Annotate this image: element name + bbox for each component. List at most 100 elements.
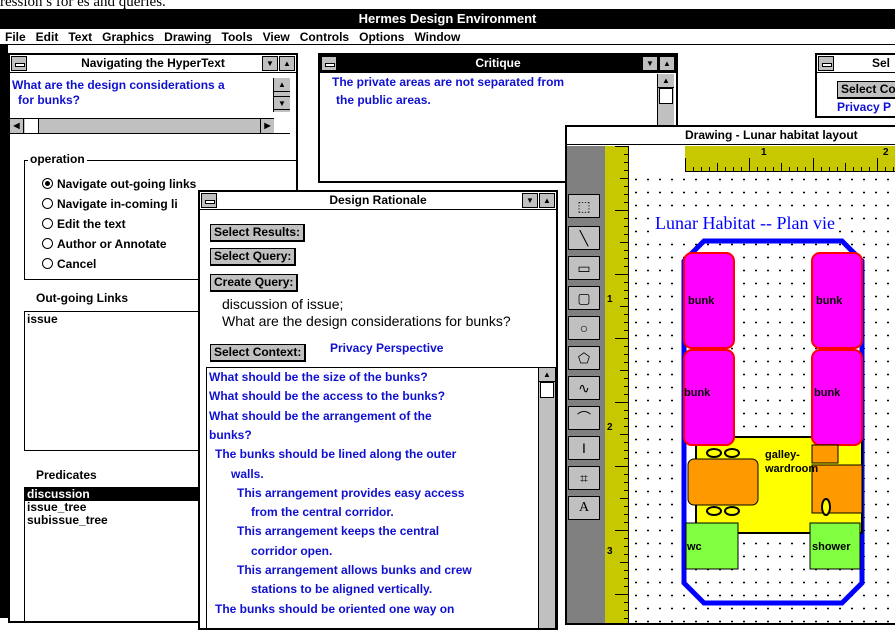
radio-icon[interactable] <box>42 198 53 209</box>
scroll-thumb[interactable] <box>540 382 554 398</box>
habitat-plan <box>681 238 865 606</box>
rationale-item[interactable]: This arrangement keeps the central <box>237 524 439 538</box>
maximize-button[interactable]: ▲ <box>279 56 295 71</box>
label-shower: shower <box>812 541 851 553</box>
operation-label: operation <box>28 152 87 166</box>
select-results-button[interactable]: Select Results: <box>210 224 306 242</box>
sink <box>821 498 831 516</box>
ruler-h-label-1: 1 <box>761 147 767 158</box>
minimize-button[interactable]: ▼ <box>642 56 658 71</box>
crop-icon[interactable]: ⌗ <box>568 466 600 490</box>
radio-icon[interactable] <box>42 258 53 269</box>
menu-controls[interactable]: Controls <box>295 29 354 45</box>
maximize-button[interactable]: ▲ <box>539 193 555 208</box>
polygon-icon[interactable]: ⬠ <box>568 346 600 370</box>
screen-edge <box>0 45 8 618</box>
system-menu-icon[interactable] <box>11 56 27 71</box>
select-context-button[interactable]: Select Co <box>837 81 895 99</box>
rounded-rect-icon[interactable]: ▢ <box>568 286 600 310</box>
rationale-item[interactable]: from the central corridor. <box>251 505 394 519</box>
scroll-thumb[interactable] <box>659 88 673 104</box>
text-icon[interactable]: A <box>568 496 600 520</box>
menu-graphics[interactable]: Graphics <box>97 29 159 45</box>
menu-options[interactable]: Options <box>354 29 409 45</box>
rationale-item[interactable]: stations to be aligned vertically. <box>251 582 432 596</box>
critique-title-bar[interactable]: Critique ▼ ▲ <box>320 55 676 73</box>
line-icon[interactable]: ╲ <box>568 226 600 250</box>
rationale-item[interactable]: What should be the size of the bunks? <box>209 370 428 384</box>
select-icon[interactable]: ⬚ <box>568 194 600 218</box>
menu-tools[interactable]: Tools <box>217 29 258 45</box>
critique-text-line-1: The private areas are not separated from <box>332 75 565 89</box>
drawing-canvas[interactable]: Lunar Habitat -- Plan vie bunk bunk bunk… <box>630 173 895 623</box>
option-cancel[interactable]: Cancel <box>42 257 96 271</box>
seat <box>724 448 740 458</box>
select-query-button[interactable]: Select Query: <box>210 248 297 266</box>
rationale-results-list[interactable]: What should be the size of the bunks? Wha… <box>206 367 556 628</box>
rationale-item[interactable]: corridor open. <box>251 544 332 558</box>
minimize-button[interactable]: ▼ <box>262 56 278 71</box>
question-vscroll[interactable]: ▲ ▼ <box>273 78 290 112</box>
menu-text[interactable]: Text <box>63 29 97 45</box>
scroll-left-arrow-icon[interactable]: ◀ <box>10 119 24 133</box>
option-author-annotate[interactable]: Author or Annotate <box>42 237 167 251</box>
ruler-v-label-1: 1 <box>607 294 613 305</box>
rationale-title-bar[interactable]: Design Rationale ▼ ▲ <box>200 192 556 210</box>
rationale-item[interactable]: bunks? <box>209 428 252 442</box>
select-title-bar[interactable]: Sel <box>817 55 895 73</box>
drawing-title-bar[interactable]: Drawing - Lunar habitat layout <box>567 127 895 145</box>
menu-edit[interactable]: Edit <box>31 29 64 45</box>
rectangle-icon[interactable]: ▭ <box>568 256 600 280</box>
minimize-button[interactable]: ▼ <box>522 193 538 208</box>
menu-window[interactable]: Window <box>409 29 465 45</box>
critique-title: Critique <box>475 56 521 70</box>
rationale-item[interactable]: This arrangement provides easy access <box>237 486 464 500</box>
question-hscroll[interactable]: ◀ ▶ <box>10 118 274 133</box>
vertical-ruler: 1 2 3 <box>605 146 629 623</box>
radio-icon[interactable] <box>42 218 53 229</box>
select-window: Sel Select Co Privacy P <box>815 53 895 118</box>
option-edit-text[interactable]: Edit the text <box>42 217 126 231</box>
query-line-1: discussion of issue; <box>222 296 344 312</box>
option-navigate-outgoing[interactable]: Navigate out-going links <box>42 177 196 191</box>
menu-bar: File Edit Text Graphics Drawing Tools View Cont… <box>0 29 895 45</box>
text-cursor-icon[interactable]: I <box>568 436 600 460</box>
question-line-2: for bunks? <box>18 93 80 107</box>
circle-icon[interactable]: ○ <box>568 316 600 340</box>
menu-file[interactable]: File <box>0 29 31 45</box>
rationale-item[interactable]: What should be the access to the bunks? <box>209 389 445 403</box>
freehand-icon[interactable]: ∿ <box>568 376 600 400</box>
select-context-button[interactable]: Select Context: <box>210 344 307 362</box>
rationale-item[interactable]: What should be the arrangement of the <box>209 409 432 423</box>
label-wc: wc <box>687 541 702 553</box>
maximize-button[interactable]: ▲ <box>659 56 675 71</box>
scroll-up-arrow-icon[interactable]: ▲ <box>658 74 674 88</box>
option-navigate-incoming[interactable]: Navigate in-coming li <box>42 197 178 211</box>
radio-selected-icon[interactable] <box>42 178 53 189</box>
rationale-item[interactable]: The bunks should be oriented one way on <box>215 602 454 616</box>
rationale-item[interactable]: This arrangement allows bunks and crew <box>237 563 472 577</box>
app-title: Hermes Design Environment <box>358 11 537 26</box>
system-menu-icon[interactable] <box>818 56 834 71</box>
context-value: Privacy Perspective <box>330 341 444 355</box>
radio-icon[interactable] <box>42 238 53 249</box>
scroll-right-arrow-icon[interactable]: ▶ <box>260 119 274 133</box>
app-title-bar[interactable]: Hermes Design Environment <box>0 9 895 29</box>
scroll-up-arrow-icon[interactable]: ▲ <box>539 368 555 382</box>
drawing-toolbar: ⬚ ╲ ▭ ▢ ○ ⬠ ∿ ⌒ I ⌗ A <box>567 146 605 623</box>
curve-icon[interactable]: ⌒ <box>568 406 600 430</box>
system-menu-icon[interactable] <box>201 193 217 208</box>
rationale-vscroll[interactable]: ▲ <box>538 368 555 628</box>
rationale-item[interactable]: walls. <box>231 467 264 481</box>
rationale-item[interactable]: The bunks should be lined along the oute… <box>215 447 456 461</box>
scroll-down-arrow-icon[interactable]: ▼ <box>274 96 290 110</box>
menu-view[interactable]: View <box>258 29 295 45</box>
hscroll-thumb[interactable] <box>25 119 39 133</box>
scroll-up-arrow-icon[interactable]: ▲ <box>274 78 290 92</box>
privacy-link[interactable]: Privacy P <box>837 100 891 114</box>
create-query-button[interactable]: Create Query: <box>210 274 299 292</box>
menu-drawing[interactable]: Drawing <box>159 29 216 45</box>
question-textbox[interactable]: What are the design considerations a for… <box>10 74 290 134</box>
nav-title-bar[interactable]: Navigating the HyperText ▼ ▲ <box>10 55 296 73</box>
system-menu-icon[interactable] <box>321 56 337 71</box>
